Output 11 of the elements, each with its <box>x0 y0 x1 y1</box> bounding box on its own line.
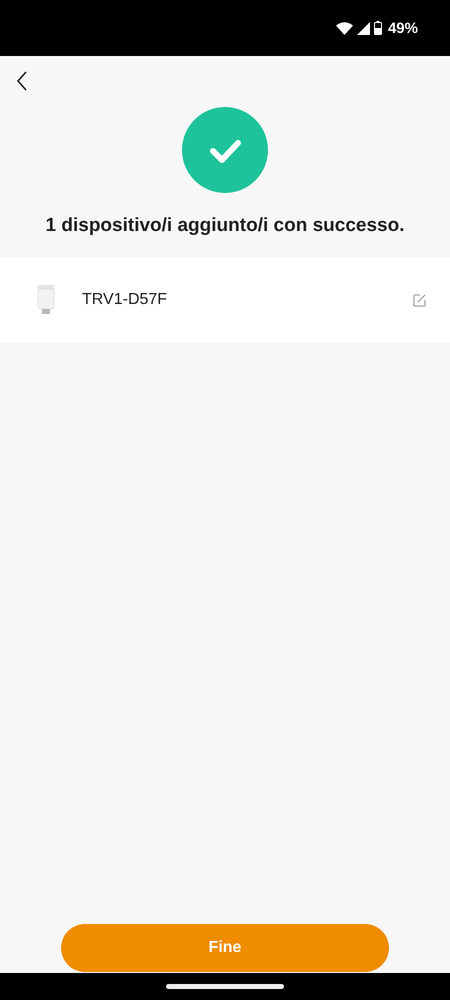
success-check-icon <box>182 107 268 193</box>
edit-icon[interactable] <box>413 294 426 306</box>
device-row[interactable]: TRV1-D57F <box>0 257 450 343</box>
back-icon[interactable] <box>16 71 28 91</box>
wifi-icon <box>336 22 353 34</box>
success-title: 1 dispositivo/i aggiunto/i con successo. <box>44 215 406 237</box>
battery-icon <box>374 21 382 35</box>
signal-icon <box>356 22 370 34</box>
thermostat-valve-icon <box>37 285 55 315</box>
battery-level: 49% <box>388 20 418 36</box>
device-name: TRV1-D57F <box>82 291 168 309</box>
